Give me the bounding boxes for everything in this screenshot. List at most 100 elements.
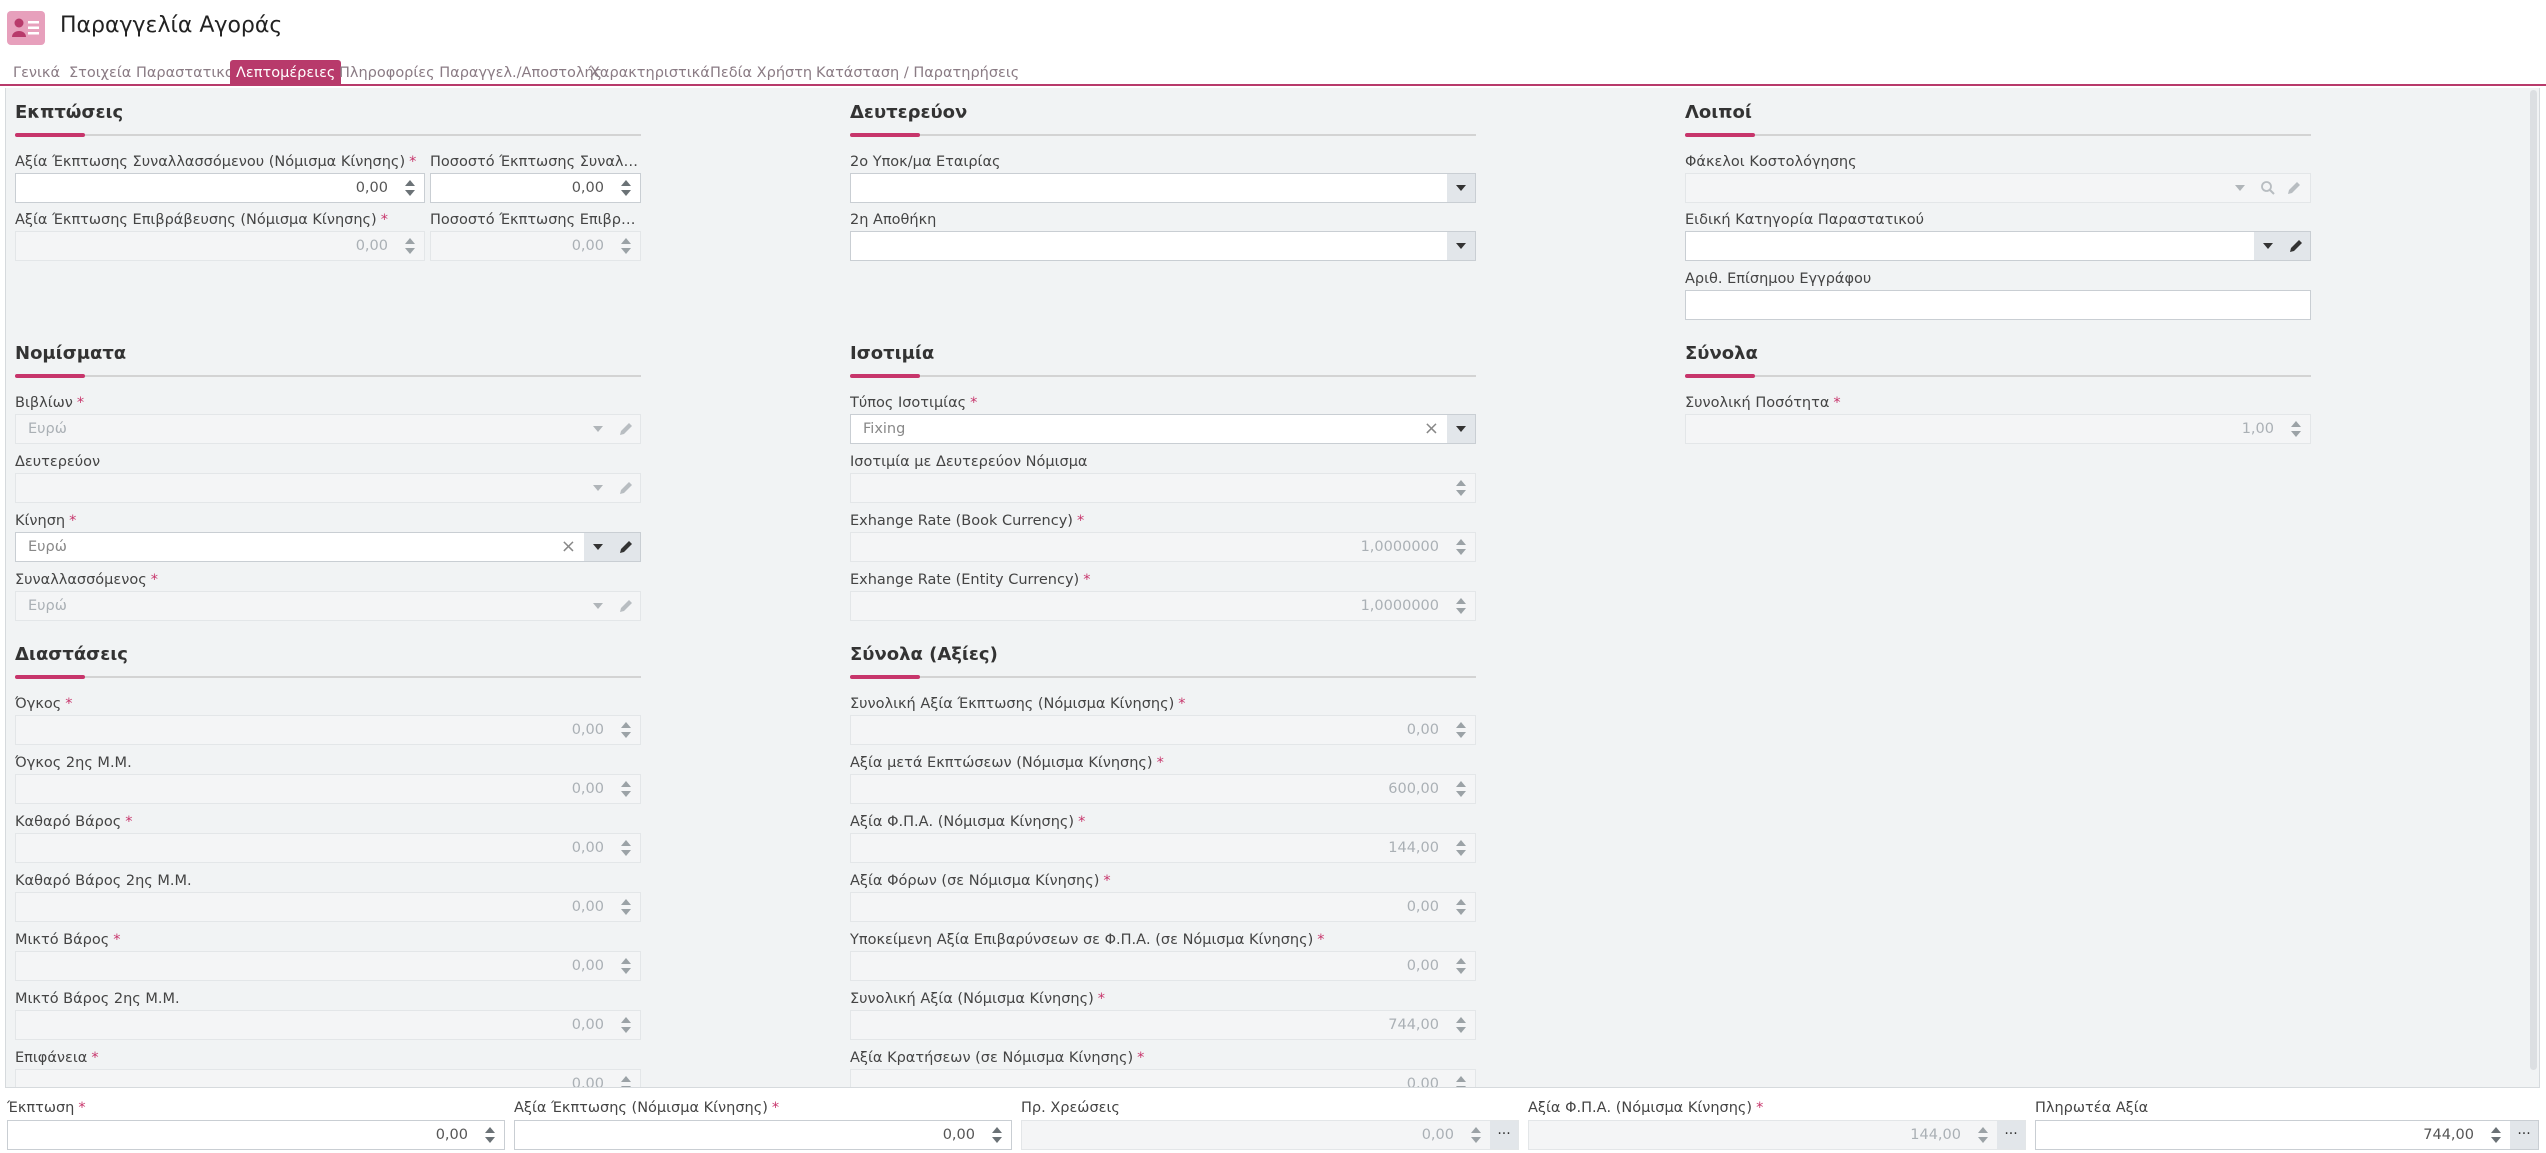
footer-payable-input[interactable]: 744,00 ···: [2035, 1120, 2539, 1150]
spinner-arrows-icon[interactable]: [476, 1121, 504, 1149]
section-title-currencies: Νομίσματα: [15, 343, 127, 364]
chevron-down-icon[interactable]: [2254, 232, 2282, 260]
spinner-arrows-icon[interactable]: [612, 716, 640, 744]
spinner-arrows-icon[interactable]: [2282, 415, 2310, 443]
tab-order-shipping-info[interactable]: Πληροφορίες Παραγγελ./Αποστολής: [333, 60, 608, 86]
value-after-discounts-input[interactable]: 600,00: [850, 774, 1476, 804]
official-doc-number-input[interactable]: [1685, 290, 2311, 320]
counterparty-discount-pct-input[interactable]: 0,00: [430, 173, 641, 203]
tab-user-fields[interactable]: Πεδία Χρήστη: [704, 60, 818, 86]
reward-discount-input[interactable]: 0,00: [15, 231, 425, 261]
chevron-down-icon[interactable]: [2226, 174, 2254, 202]
pencil-icon[interactable]: [618, 480, 634, 496]
field-label: 2η Αποθήκη: [850, 212, 937, 228]
volume-2nd-unit-input[interactable]: 0,00: [15, 774, 641, 804]
book-rate-input[interactable]: 1,0000000: [850, 532, 1476, 562]
footer-vat-input[interactable]: 144,00 ···: [1528, 1120, 2026, 1150]
pencil-icon[interactable]: [2286, 180, 2302, 196]
gross-weight-2nd-unit-input[interactable]: 0,00: [15, 1010, 641, 1040]
field-label: Δευτερεύον: [15, 454, 101, 470]
spinner-arrows-icon[interactable]: [612, 834, 640, 862]
tab-status-notes[interactable]: Κατάσταση / Παρατηρήσεις: [810, 60, 1025, 86]
volume-input[interactable]: 0,00: [15, 715, 641, 745]
spinner-arrows-icon[interactable]: [1462, 1121, 1490, 1149]
spinner-arrows-icon[interactable]: [1447, 1070, 1475, 1087]
pencil-icon[interactable]: [2282, 232, 2310, 260]
spinner-arrows-icon[interactable]: [612, 952, 640, 980]
footer-discount-amount-input[interactable]: 0,00: [514, 1120, 1012, 1150]
costing-folders-select[interactable]: [1685, 173, 2311, 203]
net-weight-input[interactable]: 0,00: [15, 833, 641, 863]
entity-rate-input[interactable]: 1,0000000: [850, 591, 1476, 621]
spinner-arrows-icon[interactable]: [612, 174, 640, 202]
spinner-arrows-icon[interactable]: [983, 1121, 1011, 1149]
chevron-down-icon[interactable]: [584, 415, 612, 443]
counterparty-currency-select[interactable]: Ευρώ: [15, 591, 641, 621]
counterparty-discount-input[interactable]: 0,00: [15, 173, 425, 203]
spinner-arrows-icon[interactable]: [612, 775, 640, 803]
surface-input[interactable]: 0,00: [15, 1069, 641, 1087]
footer-pre-charges-input[interactable]: 0,00 ···: [1021, 1120, 1519, 1150]
spinner-arrows-icon[interactable]: [2482, 1121, 2510, 1149]
spinner-arrows-icon[interactable]: [1447, 952, 1475, 980]
spinner-arrows-icon[interactable]: [1447, 533, 1475, 561]
pencil-icon[interactable]: [618, 421, 634, 437]
vat-value-input[interactable]: 144,00: [850, 833, 1476, 863]
footer-discount-input[interactable]: 0,00: [7, 1120, 505, 1150]
tab-characteristics[interactable]: Χαρακτηριστικά: [584, 60, 716, 86]
pencil-icon[interactable]: [612, 533, 640, 561]
warehouse-select[interactable]: [850, 231, 1476, 261]
vertical-scrollbar[interactable]: [2530, 90, 2537, 1070]
more-options-button[interactable]: ···: [1490, 1121, 1518, 1149]
spinner-arrows-icon[interactable]: [1447, 474, 1475, 502]
secondary-rate-input[interactable]: [850, 473, 1476, 503]
more-options-button[interactable]: ···: [1997, 1121, 2025, 1149]
total-value-input[interactable]: 744,00: [850, 1010, 1476, 1040]
section-divider: [850, 133, 1476, 137]
clear-icon[interactable]: ×: [561, 533, 576, 561]
chevron-down-icon[interactable]: [584, 592, 612, 620]
more-options-button[interactable]: ···: [2510, 1121, 2538, 1149]
spinner-arrows-icon[interactable]: [612, 893, 640, 921]
tab-document-info[interactable]: Στοιχεία Παραστατικού: [63, 60, 248, 86]
withholdings-value-input[interactable]: 0,00: [850, 1069, 1476, 1087]
spinner-arrows-icon[interactable]: [1447, 775, 1475, 803]
spinner-arrows-icon[interactable]: [396, 174, 424, 202]
total-quantity-input[interactable]: 1,00: [1685, 414, 2311, 444]
clear-icon[interactable]: ×: [1424, 415, 1439, 443]
spinner-arrows-icon[interactable]: [612, 1011, 640, 1039]
pencil-icon[interactable]: [618, 598, 634, 614]
spinner-arrows-icon[interactable]: [1447, 716, 1475, 744]
movement-currency-select[interactable]: Ευρώ ×: [15, 532, 641, 562]
taxes-value-input[interactable]: 0,00: [850, 892, 1476, 922]
special-category-select[interactable]: [1685, 231, 2311, 261]
tab-general[interactable]: Γενικά: [7, 60, 66, 86]
chevron-down-icon[interactable]: [584, 533, 612, 561]
gross-weight-input[interactable]: 0,00: [15, 951, 641, 981]
chevron-down-icon[interactable]: [1447, 415, 1475, 443]
books-currency-select[interactable]: Ευρώ: [15, 414, 641, 444]
chevron-down-icon[interactable]: [1447, 232, 1475, 260]
spinner-arrows-icon[interactable]: [1969, 1121, 1997, 1149]
exchange-type-select[interactable]: Fixing ×: [850, 414, 1476, 444]
spinner-arrows-icon[interactable]: [1447, 1011, 1475, 1039]
secondary-currency-select[interactable]: [15, 473, 641, 503]
search-icon[interactable]: [2260, 180, 2276, 196]
vat-charges-base-input[interactable]: 0,00: [850, 951, 1476, 981]
spinner-arrows-icon[interactable]: [1447, 592, 1475, 620]
spinner-arrows-icon[interactable]: [396, 232, 424, 260]
reward-discount-pct-input[interactable]: 0,00: [430, 231, 641, 261]
tab-details[interactable]: Λεπτομέρειες: [230, 60, 342, 86]
net-weight-2nd-unit-input[interactable]: 0,00: [15, 892, 641, 922]
chevron-down-icon[interactable]: [1447, 174, 1475, 202]
chevron-down-icon[interactable]: [584, 474, 612, 502]
spinner-arrows-icon[interactable]: [1447, 834, 1475, 862]
total-discount-value-input[interactable]: 0,00: [850, 715, 1476, 745]
spinner-arrows-icon[interactable]: [1447, 893, 1475, 921]
section-divider: [15, 374, 641, 378]
details-panel: Εκπτώσεις Αξία Έκπτωσης Συναλλασσόμενου …: [5, 88, 2540, 1088]
spinner-arrows-icon[interactable]: [612, 1070, 640, 1087]
company-branch-select[interactable]: [850, 173, 1476, 203]
field-label: Κίνηση *: [15, 513, 77, 529]
spinner-arrows-icon[interactable]: [612, 232, 640, 260]
